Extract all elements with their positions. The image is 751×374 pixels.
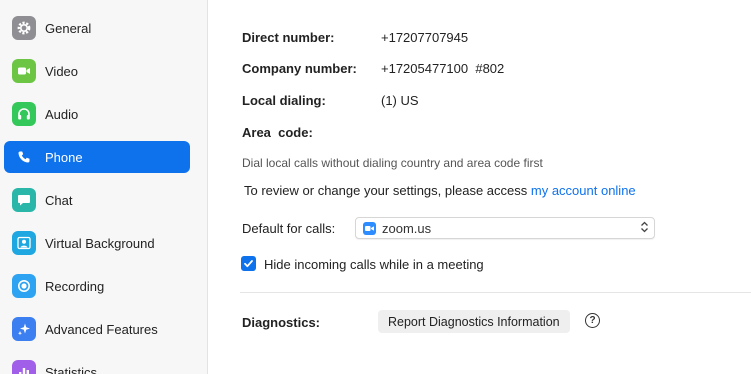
default-for-calls-select[interactable]: zoom.us	[355, 217, 655, 239]
my-account-online-link[interactable]: my account online	[531, 183, 636, 198]
help-icon[interactable]: ?	[585, 313, 600, 328]
company-number-value: +17205477100 #802	[381, 61, 505, 76]
sidebar-item-advanced-features[interactable]: Advanced Features	[4, 313, 190, 345]
phone-settings-panel: Direct number: +17207707945 Company numb…	[208, 0, 751, 374]
sidebar-item-label: Recording	[45, 278, 105, 294]
sidebar-item-label: Chat	[45, 192, 73, 208]
person-icon	[12, 231, 36, 255]
hide-incoming-calls-checkbox[interactable]	[241, 256, 256, 271]
hide-incoming-calls-label[interactable]: Hide incoming calls while in a meeting	[264, 257, 484, 272]
review-settings-prefix: To review or change your settings, pleas…	[244, 183, 531, 198]
sidebar-item-audio[interactable]: Audio	[4, 98, 190, 130]
direct-number-label: Direct number:	[242, 30, 335, 45]
chat-bubble-icon	[12, 188, 36, 212]
default-for-calls-value: zoom.us	[382, 220, 432, 236]
zoom-app-icon	[363, 221, 376, 235]
sidebar-item-label: General	[45, 20, 92, 36]
report-diagnostics-button[interactable]: Report Diagnostics Information	[378, 310, 570, 333]
diagnostics-label: Diagnostics:	[242, 315, 321, 330]
sidebar-item-label: Advanced Features	[45, 321, 158, 337]
sidebar-item-label: Video	[45, 63, 79, 79]
sidebar-item-statistics[interactable]: Statistics	[4, 356, 190, 374]
default-for-calls-label: Default for calls:	[242, 221, 336, 236]
headphones-icon	[12, 102, 36, 126]
sidebar-item-label: Audio	[45, 106, 79, 122]
settings-sidebar: General Video Audio Phone Chat Virtual B…	[0, 0, 208, 374]
local-dialing-hint: Dial local calls without dialing country…	[242, 156, 543, 170]
section-divider	[240, 292, 751, 293]
review-settings-text: To review or change your settings, pleas…	[244, 183, 636, 198]
sidebar-item-phone[interactable]: Phone	[4, 141, 190, 173]
sidebar-item-chat[interactable]: Chat	[4, 184, 190, 216]
bar-chart-icon	[12, 360, 36, 374]
sidebar-item-recording[interactable]: Recording	[4, 270, 190, 302]
company-number-label: Company number:	[242, 61, 357, 76]
sidebar-item-label: Statistics	[45, 364, 98, 374]
sidebar-item-video[interactable]: Video	[4, 55, 190, 87]
sidebar-item-virtual-background[interactable]: Virtual Background	[4, 227, 190, 259]
sidebar-item-label: Phone	[45, 149, 83, 165]
record-icon	[12, 274, 36, 298]
phone-icon	[12, 145, 36, 169]
local-dialing-value: (1) US	[381, 93, 419, 108]
chevron-up-down-icon	[640, 220, 649, 237]
video-camera-icon	[12, 59, 36, 83]
sparkle-icon	[12, 317, 36, 341]
local-dialing-label: Local dialing:	[242, 93, 326, 108]
sidebar-item-general[interactable]: General	[4, 12, 190, 44]
sidebar-item-label: Virtual Background	[45, 235, 155, 251]
checkmark-icon	[244, 260, 253, 268]
area-code-label: Area code:	[242, 125, 313, 140]
direct-number-value: +17207707945	[381, 30, 469, 45]
gear-icon	[12, 16, 36, 40]
